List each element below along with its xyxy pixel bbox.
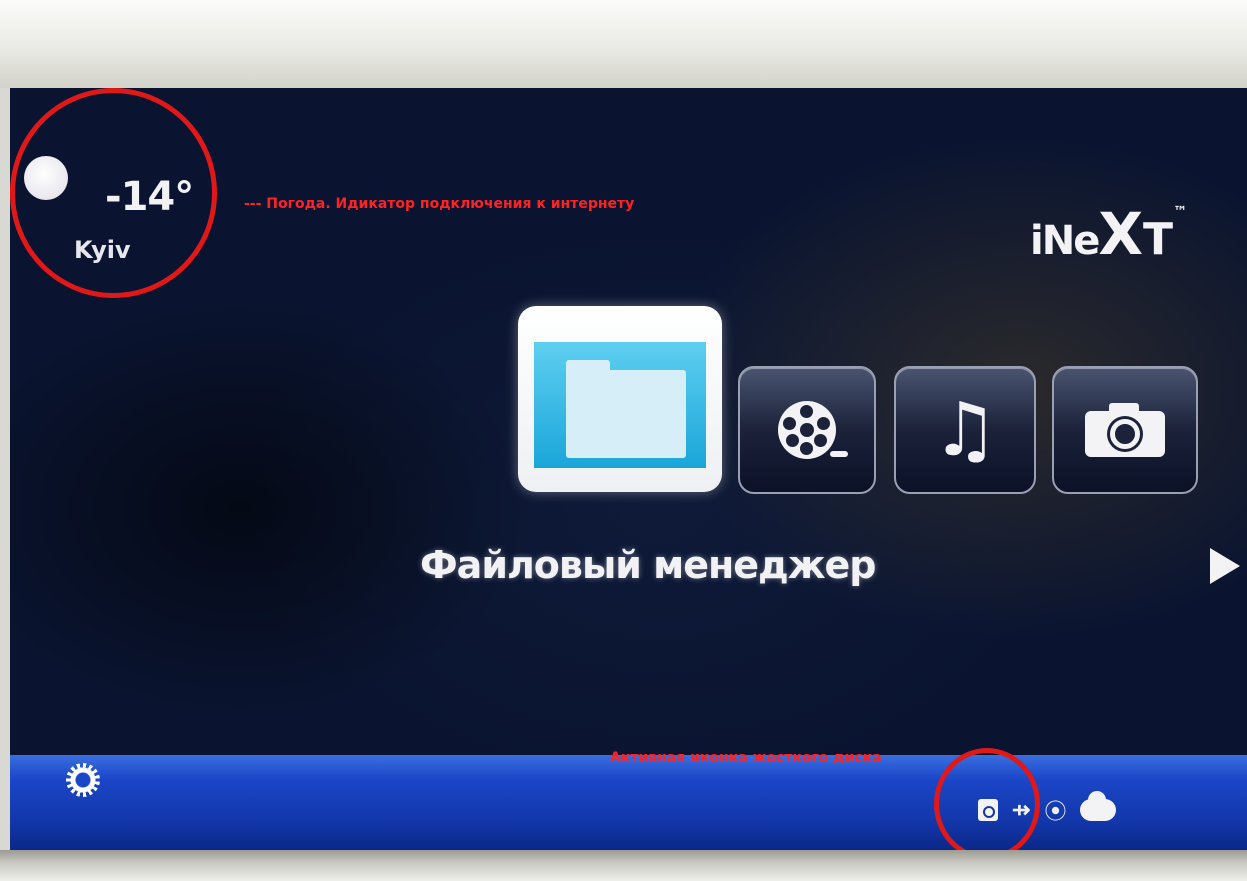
next-arrow-icon[interactable] (1210, 548, 1240, 584)
film-reel-icon (778, 401, 848, 459)
inext-logo: iNeXT™ (1030, 200, 1188, 268)
hdd-annotation-circle (934, 748, 1040, 853)
menu-tile-music[interactable]: ♫ (894, 366, 1036, 494)
tv-screen: -14° Kyiv iNeXT™ ♫ Файловый менеджер ⇸ ⦿ (10, 88, 1247, 853)
folder-icon (566, 360, 686, 458)
weather-annotation-circle (10, 88, 217, 298)
monitor-bezel-top (0, 0, 1247, 92)
gear-icon[interactable] (66, 763, 100, 797)
monitor-bezel-left (0, 88, 10, 858)
selected-menu-label: Файловый менеджер (420, 543, 876, 587)
music-note-icon: ♫ (931, 387, 999, 473)
camera-icon (1085, 403, 1165, 457)
monitor-bezel-bottom (0, 850, 1247, 881)
weather-annotation-note: --- Погода. Идикатор подключения к интер… (244, 196, 635, 212)
hdd-annotation-note: Активная иконка жесткого диска (610, 750, 882, 766)
menu-tile-file-manager[interactable] (518, 306, 722, 492)
menu-tile-photo[interactable] (1052, 366, 1198, 494)
cloud-icon (1080, 791, 1117, 821)
menu-tile-video[interactable] (738, 366, 876, 494)
wifi-icon: ⦿ (1044, 799, 1067, 824)
